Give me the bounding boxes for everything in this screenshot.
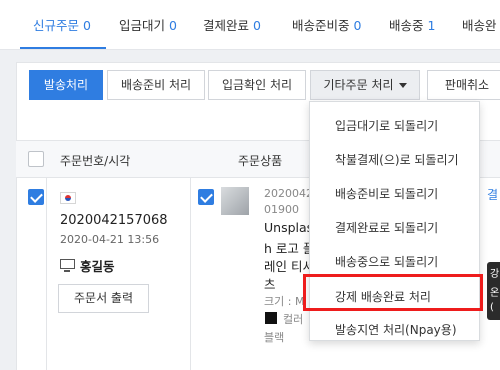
prepare-shipment-button[interactable]: 배송준비 처리 — [107, 70, 205, 100]
product-size: 크기 : M — [264, 295, 305, 308]
dropdown-label: 기타주문 처리 — [323, 78, 394, 92]
tab-count: 0 — [83, 18, 91, 33]
menu-item-revert-preparing[interactable]: 배송준비로 되돌리기 — [335, 185, 438, 202]
product-color-value: 블랙 — [264, 331, 285, 344]
tab-awaiting-deposit[interactable]: 입금대기 0 — [119, 15, 177, 34]
tab-count: 0 — [253, 18, 261, 33]
tab-label: 배송완 — [462, 18, 497, 33]
menu-item-revert-shipping[interactable]: 배송중으로 되돌리기 — [335, 253, 438, 270]
tab-label: 입금대기 — [119, 18, 166, 33]
tab-count: 0 — [353, 18, 362, 33]
tab-label: 배송중 — [389, 18, 424, 33]
korea-flag-icon — [60, 192, 76, 204]
tab-payment-complete[interactable]: 결제완료 0 — [203, 15, 261, 34]
tab-new-orders[interactable]: 신규주문 0 — [33, 15, 91, 34]
product-thumbnail[interactable] — [221, 187, 249, 215]
menu-item-delay-shipment-npay[interactable]: 발송지연 처리(Npay용) — [335, 321, 457, 338]
tab-shipping[interactable]: 배송중 1 — [389, 15, 435, 34]
header-order-number: 주문번호/시각 — [60, 154, 131, 168]
ship-button[interactable]: 발송처리 — [29, 70, 103, 100]
cancel-sale-button[interactable]: 판매취소 — [427, 70, 500, 100]
color-swatch — [265, 312, 277, 324]
order-row-checkbox[interactable] — [28, 189, 44, 205]
tab-delivered[interactable]: 배송완 — [462, 15, 497, 34]
menu-item-revert-cod-payment[interactable]: 착불결제(으)로 되돌리기 — [335, 151, 459, 168]
highlight-box — [303, 274, 483, 311]
tooltip-line: 온 — [490, 288, 500, 299]
product-name-line[interactable]: h 로고 플 — [264, 238, 314, 257]
menu-item-revert-awaiting-deposit[interactable]: 입금대기로 되돌리기 — [335, 117, 438, 134]
desktop-icon — [60, 259, 75, 272]
column-divider — [190, 178, 191, 370]
active-tab-indicator — [20, 47, 106, 49]
buyer-name: 홍길동 — [80, 259, 115, 274]
tab-label: 신규주문 — [33, 18, 80, 33]
tooltip-line: 강 — [490, 269, 500, 280]
tab-count: 0 — [169, 18, 177, 33]
product-order-id: 2020042 — [264, 187, 313, 200]
order-datetime: 2020-04-21 13:56 — [60, 233, 160, 246]
product-name-line[interactable]: Unsplas — [264, 220, 313, 235]
product-name-line[interactable]: 츠 — [264, 274, 276, 293]
product-name-line[interactable]: 레인 티서 — [264, 256, 314, 275]
caret-down-icon — [398, 83, 407, 88]
tab-preparing-shipment[interactable]: 배송준비중 0 — [292, 15, 361, 34]
product-color-label: 컬러 — [283, 313, 304, 326]
column-divider — [46, 178, 47, 370]
product-order-id-suffix: 01900 — [264, 203, 299, 216]
tooltip-line: ( — [490, 302, 494, 313]
product-row-checkbox[interactable] — [198, 189, 214, 205]
tab-label: 배송준비중 — [292, 18, 350, 33]
tab-count: 1 — [427, 18, 436, 33]
side-status-link[interactable]: 결 — [487, 186, 498, 203]
select-all-checkbox[interactable] — [28, 151, 44, 167]
confirm-deposit-button[interactable]: 입금확인 처리 — [208, 70, 306, 100]
menu-item-revert-payment-complete[interactable]: 결제완료로 되돌리기 — [335, 219, 438, 236]
tab-label: 결제완료 — [203, 18, 250, 33]
tooltip: 강 온 ( — [487, 262, 500, 320]
print-order-button[interactable]: 주문서 출력 — [58, 284, 149, 313]
header-product: 주문상품 — [238, 154, 283, 168]
other-order-action-dropdown[interactable]: 기타주문 처리 — [310, 70, 420, 100]
order-status-tabs: 신규주문 0 입금대기 0 결제완료 0 배송준비중 0 배송중 1 배송완 — [0, 0, 500, 50]
order-number[interactable]: 2020042157068 — [60, 213, 168, 228]
